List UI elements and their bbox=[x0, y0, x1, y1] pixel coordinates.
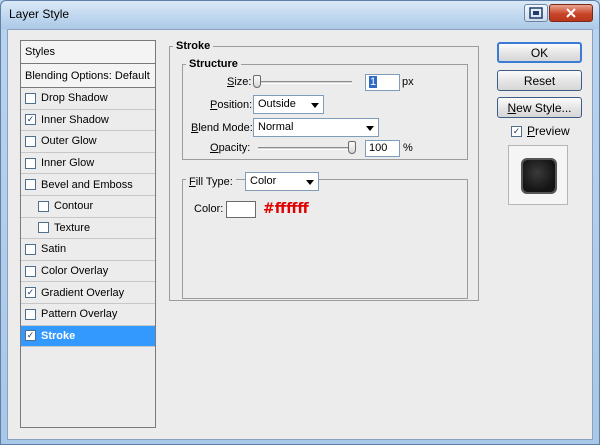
preview-checkbox[interactable]: ✓ bbox=[511, 125, 522, 137]
style-checkbox[interactable] bbox=[38, 200, 49, 212]
style-item-label: Inner Glow bbox=[41, 157, 95, 170]
size-input[interactable]: 1 bbox=[365, 74, 400, 91]
style-item-texture[interactable]: Texture bbox=[21, 217, 155, 240]
style-checkbox[interactable]: ✓ bbox=[25, 287, 36, 299]
new-style-label: New Style... bbox=[507, 100, 572, 115]
size-unit: px bbox=[402, 76, 414, 88]
opacity-input[interactable]: 100 bbox=[365, 140, 400, 157]
context-help-button[interactable] bbox=[524, 4, 548, 22]
opacity-label: Opacity: bbox=[210, 142, 251, 154]
style-item-label: Texture bbox=[54, 221, 91, 234]
preview-toggle[interactable]: ✓ Preview bbox=[511, 124, 570, 138]
size-label: Size: bbox=[227, 76, 252, 88]
blend-mode-select[interactable]: Normal bbox=[253, 118, 379, 137]
fill-type-value: Color bbox=[250, 175, 277, 187]
style-item-label: Pattern Overlay bbox=[41, 308, 118, 321]
close-icon bbox=[566, 8, 576, 18]
style-item-label: Outer Glow bbox=[41, 135, 97, 148]
fill-type-select[interactable]: Color bbox=[245, 172, 319, 191]
fill-group bbox=[182, 179, 468, 299]
chevron-down-icon bbox=[366, 126, 374, 131]
style-item-label: Gradient Overlay bbox=[41, 286, 125, 299]
style-checkbox[interactable]: ✓ bbox=[25, 114, 36, 126]
layer-style-dialog: Layer Style Styles Blending Options: Def… bbox=[0, 0, 600, 445]
style-item-color-overlay[interactable]: Color Overlay bbox=[21, 260, 155, 283]
style-item-stroke[interactable]: ✓ Stroke bbox=[21, 325, 155, 348]
ok-button[interactable]: OK bbox=[497, 42, 582, 63]
opacity-slider-thumb[interactable] bbox=[348, 141, 356, 154]
style-checkbox[interactable] bbox=[25, 135, 36, 147]
size-value: 1 bbox=[369, 76, 378, 88]
style-item-satin[interactable]: Satin bbox=[21, 239, 155, 261]
fill-type-label: Fill Type: bbox=[186, 176, 236, 188]
blending-options-item[interactable]: Blending Options: Default bbox=[21, 64, 155, 88]
window-title: Layer Style bbox=[9, 7, 70, 21]
styles-header[interactable]: Styles bbox=[21, 41, 155, 64]
help-icon bbox=[529, 7, 543, 19]
style-checkbox[interactable]: ✓ bbox=[25, 330, 36, 342]
blend-mode-value: Normal bbox=[258, 121, 294, 133]
style-checkbox[interactable] bbox=[25, 243, 36, 255]
new-style-button[interactable]: New Style... bbox=[497, 97, 582, 118]
position-value: Outside bbox=[258, 98, 296, 110]
style-item-outer-glow[interactable]: Outer Glow bbox=[21, 131, 155, 153]
color-swatch[interactable] bbox=[226, 201, 256, 218]
close-button[interactable] bbox=[549, 4, 593, 22]
position-label: Position: bbox=[210, 99, 253, 111]
size-slider-thumb[interactable] bbox=[253, 75, 261, 88]
style-items: Drop Shadow ✓ Inner Shadow Outer Glow Inner … bbox=[21, 88, 155, 348]
style-checkbox[interactable] bbox=[38, 222, 49, 234]
style-item-label: Contour bbox=[54, 200, 94, 213]
style-item-bevel-and-emboss[interactable]: Bevel and Emboss bbox=[21, 174, 155, 196]
style-item-gradient-overlay[interactable]: ✓ Gradient Overlay bbox=[21, 282, 155, 304]
style-checkbox[interactable] bbox=[25, 265, 36, 277]
preview-label: Preview bbox=[527, 124, 570, 138]
style-checkbox[interactable] bbox=[25, 92, 36, 104]
position-select[interactable]: Outside bbox=[253, 95, 324, 114]
preview-thumbnail bbox=[508, 145, 568, 205]
style-item-label: Bevel and Emboss bbox=[41, 178, 133, 191]
preview-swatch bbox=[523, 160, 555, 192]
style-checkbox[interactable] bbox=[25, 157, 36, 169]
opacity-unit: % bbox=[403, 142, 413, 154]
opacity-slider[interactable] bbox=[258, 147, 356, 150]
style-item-drop-shadow[interactable]: Drop Shadow bbox=[21, 88, 155, 110]
style-item-inner-shadow[interactable]: ✓ Inner Shadow bbox=[21, 109, 155, 132]
dialog-body: Styles Blending Options: Default Drop Sh… bbox=[7, 29, 593, 440]
size-slider[interactable] bbox=[254, 81, 352, 84]
style-item-label: Color Overlay bbox=[41, 265, 109, 278]
style-item-label: Inner Shadow bbox=[41, 113, 109, 126]
style-item-inner-glow[interactable]: Inner Glow bbox=[21, 152, 155, 175]
blend-mode-label: Blend Mode: bbox=[191, 122, 253, 134]
style-item-label: Drop Shadow bbox=[41, 92, 108, 105]
style-checkbox[interactable] bbox=[25, 308, 36, 320]
stroke-title: Stroke bbox=[173, 40, 214, 52]
style-item-pattern-overlay[interactable]: Pattern Overlay bbox=[21, 303, 155, 326]
title-bar[interactable]: Layer Style bbox=[1, 1, 599, 29]
style-item-label: Satin bbox=[41, 243, 67, 256]
structure-title: Structure bbox=[186, 58, 241, 70]
reset-button[interactable]: Reset bbox=[497, 70, 582, 91]
style-item-label: Stroke bbox=[41, 329, 76, 342]
style-checkbox[interactable] bbox=[25, 179, 36, 191]
opacity-value: 100 bbox=[369, 142, 388, 154]
chevron-down-icon bbox=[306, 180, 314, 185]
color-annotation: #ffffff bbox=[263, 201, 309, 217]
style-item-contour[interactable]: Contour bbox=[21, 195, 155, 218]
styles-list: Styles Blending Options: Default Drop Sh… bbox=[20, 40, 156, 428]
color-label: Color: bbox=[194, 203, 224, 215]
chevron-down-icon bbox=[311, 103, 319, 108]
